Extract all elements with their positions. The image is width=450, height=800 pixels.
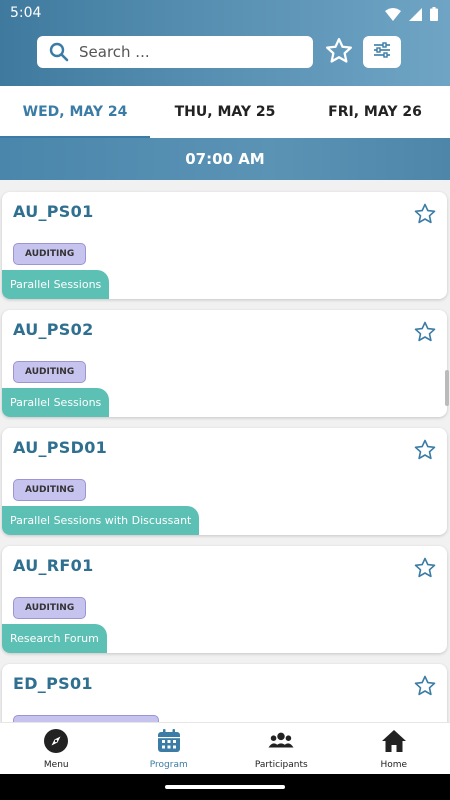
tab-wed-may-24[interactable]: WED, MAY 24 [0, 86, 150, 138]
session-card[interactable]: AU_PS01 AUDITING Parallel Sessions [2, 192, 447, 299]
star-icon[interactable] [413, 320, 437, 344]
signal-icon [409, 6, 422, 25]
nav-home-label: Home [380, 759, 408, 770]
track-badge: AUDITING [13, 479, 87, 501]
nav-program[interactable]: Program [113, 723, 226, 774]
star-icon[interactable] [413, 438, 437, 462]
status-bar: 5:04 [0, 0, 450, 28]
session-card[interactable]: ED_PS01 [2, 664, 447, 722]
session-type-label: Parallel Sessions [2, 270, 110, 299]
session-type-label: Parallel Sessions [2, 388, 110, 417]
compass-icon [43, 728, 69, 758]
people-icon [268, 728, 294, 758]
status-time: 5:04 [10, 5, 42, 21]
star-icon [324, 36, 354, 70]
tab-fri-may-26[interactable]: FRI, MAY 26 [300, 86, 450, 138]
session-code: AU_PS01 [13, 202, 94, 221]
nav-program-label: Program [149, 759, 188, 770]
tab-thu-may-25[interactable]: THU, MAY 25 [150, 86, 300, 138]
session-card[interactable]: AU_PS02 AUDITING Parallel Sessions [2, 310, 447, 417]
gesture-handle[interactable] [165, 785, 285, 789]
session-code: ED_PS01 [13, 674, 93, 693]
calendar-icon [156, 728, 182, 758]
sliders-icon [372, 40, 392, 64]
nav-menu[interactable]: Menu [0, 723, 113, 774]
bottom-nav: Menu Program Participants Home [0, 722, 450, 774]
track-badge: AUDITING [13, 361, 87, 383]
star-icon[interactable] [413, 556, 437, 580]
session-code: AU_PS02 [13, 320, 94, 339]
star-icon[interactable] [413, 202, 437, 226]
search-input[interactable] [79, 43, 279, 61]
track-badge [13, 715, 159, 722]
star-icon[interactable] [413, 674, 437, 698]
favorites-button[interactable] [323, 37, 355, 69]
nav-participants[interactable]: Participants [225, 723, 338, 774]
session-card[interactable]: AU_RF01 AUDITING Research Forum [2, 546, 447, 653]
scrollbar-thumb[interactable] [445, 370, 449, 406]
app-header: 5:04 [0, 0, 450, 86]
session-code: AU_RF01 [13, 556, 94, 575]
nav-participants-label: Participants [254, 759, 308, 770]
status-icons [385, 6, 438, 25]
session-code: AU_PSD01 [13, 438, 108, 457]
date-tabs: WED, MAY 24 THU, MAY 25 FRI, MAY 26 [0, 86, 450, 138]
track-badge: AUDITING [13, 597, 87, 619]
search-box[interactable] [37, 36, 313, 68]
session-list: AU_PS01 AUDITING Parallel Sessions AU_PS… [0, 180, 450, 722]
session-type-label: Research Forum [2, 624, 107, 653]
nav-home[interactable]: Home [338, 723, 450, 774]
track-badge: AUDITING [13, 243, 87, 265]
session-card[interactable]: AU_PSD01 AUDITING Parallel Sessions with… [2, 428, 447, 535]
home-icon [381, 728, 407, 758]
wifi-icon [385, 6, 401, 25]
search-icon [49, 42, 69, 62]
session-type-label: Parallel Sessions with Discussant [2, 506, 200, 535]
system-gesture-bar [0, 774, 450, 800]
filter-button[interactable] [363, 36, 401, 68]
nav-menu-label: Menu [43, 759, 69, 770]
battery-icon [430, 6, 438, 25]
time-slot-header: 07:00 AM [0, 138, 450, 180]
